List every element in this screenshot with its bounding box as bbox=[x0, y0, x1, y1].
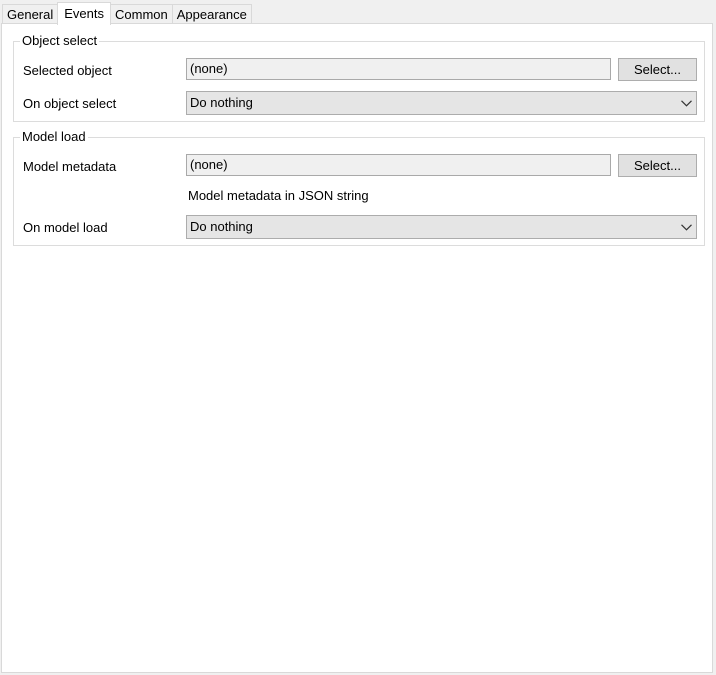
object-select-group-title: Object select bbox=[20, 33, 100, 49]
events-tab-panel: Object select Selected object (none) Sel… bbox=[1, 23, 713, 673]
on-model-load-value: Do nothing bbox=[190, 219, 253, 234]
tab-general[interactable]: General bbox=[2, 4, 59, 24]
on-model-load-dropdown[interactable]: Do nothing bbox=[186, 215, 697, 239]
chevron-down-icon bbox=[680, 216, 692, 238]
on-model-load-label: On model load bbox=[23, 220, 108, 235]
chevron-down-icon bbox=[680, 92, 692, 114]
model-metadata-label: Model metadata bbox=[23, 159, 117, 174]
select-metadata-button[interactable]: Select... bbox=[618, 154, 697, 177]
selected-object-field[interactable]: (none) bbox=[186, 58, 611, 80]
tab-events[interactable]: Events bbox=[57, 2, 111, 25]
select-object-button[interactable]: Select... bbox=[618, 58, 697, 81]
tab-appearance[interactable]: Appearance bbox=[171, 4, 252, 24]
tab-common[interactable]: Common bbox=[110, 4, 173, 24]
object-select-group: Object select Selected object (none) Sel… bbox=[13, 33, 705, 122]
model-load-group-title: Model load bbox=[20, 129, 88, 145]
model-load-group: Model load Model metadata (none) Select.… bbox=[13, 129, 705, 246]
properties-dialog: General Events Common Appearance Object … bbox=[0, 0, 716, 675]
model-metadata-field[interactable]: (none) bbox=[186, 154, 611, 176]
on-object-select-value: Do nothing bbox=[190, 95, 253, 110]
model-metadata-hint: Model metadata in JSON string bbox=[188, 188, 369, 203]
tab-strip: General Events Common Appearance bbox=[2, 2, 252, 25]
on-object-select-label: On object select bbox=[23, 96, 117, 111]
on-object-select-dropdown[interactable]: Do nothing bbox=[186, 91, 697, 115]
selected-object-label: Selected object bbox=[23, 63, 112, 78]
